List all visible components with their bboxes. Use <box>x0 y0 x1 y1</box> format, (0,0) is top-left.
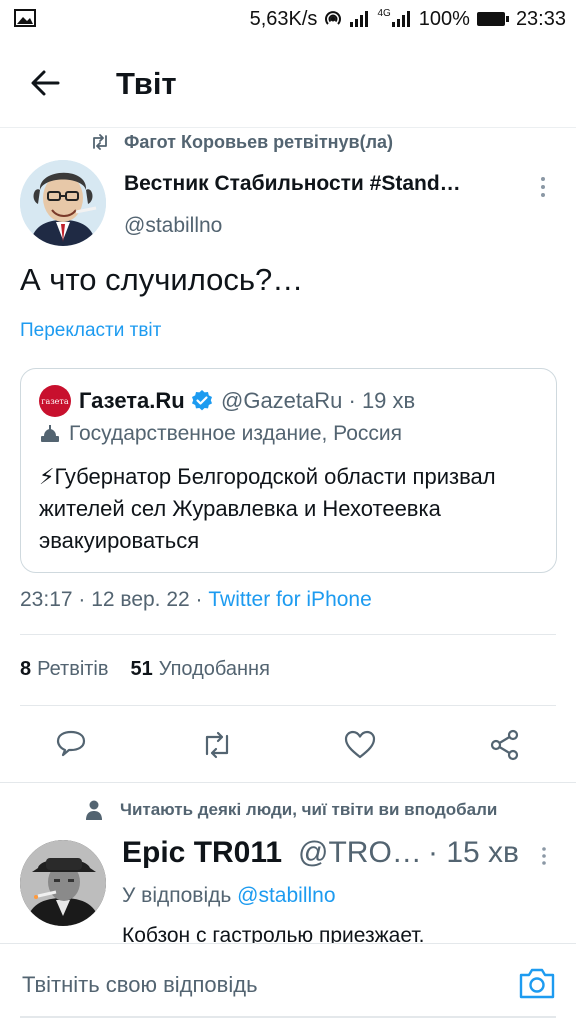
clock: 23:33 <box>515 7 566 30</box>
composer-underline <box>20 1016 556 1018</box>
tweet-actions <box>0 722 576 768</box>
tweet-stats: 8 Ретвітів 51 Уподобання <box>20 658 270 681</box>
reply-author-name[interactable]: Epic TR011 <box>122 836 282 870</box>
reply-composer <box>0 943 576 1024</box>
like-icon[interactable] <box>343 728 377 762</box>
retweet-context-text: Фагот Коровьев ретвітнув(ла) <box>124 131 394 152</box>
status-bar-right: 5,63K/s 4G 100% 23:33 <box>250 6 566 32</box>
arrow-left-icon[interactable] <box>28 66 62 100</box>
tweet-timestamp: 23:17 · 12 вер. 22 · <box>20 588 209 611</box>
verified-badge-icon <box>192 390 212 411</box>
quoted-tweet-card[interactable]: газета Газета.Ru @GazetaRu · 19 хв Госуд… <box>20 368 557 573</box>
retweet-context[interactable]: Фагот Коровьев ретвітнув(ла) <box>90 130 393 154</box>
retweets-count: 8 <box>20 658 32 680</box>
reply-icon[interactable] <box>54 728 88 762</box>
signal-4g-label: 4G <box>377 8 391 19</box>
battery-percent: 100% <box>418 7 470 30</box>
reply-to-mention[interactable]: @stabillno <box>237 884 335 907</box>
reply-author-handle[interactable]: @TRO… <box>298 836 422 870</box>
reply-input[interactable] <box>22 972 492 998</box>
author-handle[interactable]: @stabillno <box>124 214 222 238</box>
section-separator <box>0 782 576 783</box>
likes-count: 51 <box>130 658 153 680</box>
tweet-meta: 23:17 · 12 вер. 22 · Twitter for iPhone <box>20 588 372 612</box>
retweets-stat[interactable]: 8 Ретвітів <box>20 658 109 681</box>
reply-text: Кобзон с гастролью приезжает. <box>122 924 425 944</box>
person-icon <box>86 800 102 820</box>
gazeta-logo: газета <box>39 385 71 417</box>
reply-header: Epic TR011 @TRO… · 15 хв <box>122 836 532 876</box>
reply-to-label: У відповідь <box>122 884 238 907</box>
quoted-author-name: Газета.Ru <box>79 388 185 413</box>
reply-to-line: У відповідь @stabillno <box>122 884 336 908</box>
retweets-label: Ретвітів <box>37 658 109 680</box>
quoted-handle-time: @GazetaRu · 19 хв <box>221 388 416 413</box>
divider <box>20 634 556 635</box>
likes-stat[interactable]: 51 Уподобання <box>131 658 270 681</box>
share-icon[interactable] <box>488 728 522 762</box>
more-options-icon[interactable] <box>540 846 548 866</box>
quoted-tweet-text: ⚡Губернатор Белгородской области призвал… <box>39 464 496 553</box>
reply-time: · 15 хв <box>428 836 519 869</box>
page-title: Твіт <box>116 66 177 101</box>
author-name[interactable]: Вестник Стабильности #Stand… <box>124 172 488 196</box>
avatar[interactable] <box>20 160 106 246</box>
retweet-icon[interactable] <box>200 728 234 762</box>
camera-icon[interactable] <box>518 966 556 1000</box>
reply-avatar[interactable] <box>20 840 106 926</box>
network-speed: 5,63K/s <box>249 7 318 30</box>
status-bar: 5,63K/s 4G 100% 23:33 <box>0 0 576 38</box>
more-options-icon[interactable] <box>538 176 548 198</box>
header: Твіт <box>0 38 576 128</box>
battery-icon <box>476 12 509 26</box>
state-media-label: Государственное издание, Россия <box>39 422 402 446</box>
hotspot-icon <box>325 11 342 25</box>
likes-label: Уподобання <box>158 658 270 680</box>
divider <box>20 705 556 706</box>
recommendation-context: Читають деякі люди, чиї твіти ви вподоба… <box>86 800 497 820</box>
tweet-text: А что случилось?… <box>20 262 304 297</box>
image-icon <box>14 9 36 27</box>
retweet-icon <box>93 134 107 150</box>
tweet-source[interactable]: Twitter for iPhone <box>208 588 371 611</box>
translate-tweet-link[interactable]: Перекласти твіт <box>20 320 161 342</box>
signal-4g-icon <box>391 11 410 27</box>
state-media-label-text: Государственное издание, Россия <box>69 422 403 445</box>
recommendation-context-text: Читають деякі люди, чиї твіти ви вподоба… <box>120 800 498 819</box>
state-media-icon <box>41 425 59 442</box>
signal-icon <box>350 11 369 27</box>
